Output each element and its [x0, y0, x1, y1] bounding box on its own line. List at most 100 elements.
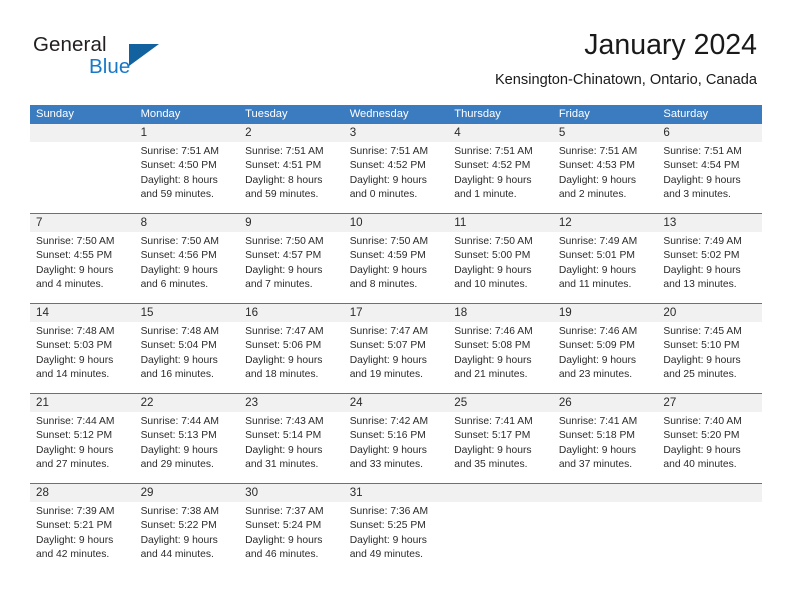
daylight-text-line2: and 11 minutes.: [558, 279, 632, 291]
day-number[interactable]: 3: [344, 124, 449, 142]
day-cell[interactable]: Sunrise: 7:51 AM Sunset: 4:54 PM Daylight:…: [657, 142, 762, 213]
page-title: January 2024: [584, 29, 757, 61]
sunset-text: Sunset: 5:25 PM: [349, 520, 426, 532]
day-cell[interactable]: Sunrise: 7:43 AM Sunset: 5:14 PM Daylight:…: [239, 412, 344, 483]
day-cell[interactable]: Sunrise: 7:37 AM Sunset: 5:24 PM Daylight:…: [239, 502, 344, 573]
day-cell[interactable]: Sunrise: 7:38 AM Sunset: 5:22 PM Daylight:…: [135, 502, 240, 573]
day-cell[interactable]: Sunrise: 7:47 AM Sunset: 5:06 PM Daylight:…: [239, 322, 344, 393]
day-cell-empty: [553, 502, 658, 573]
day-cell[interactable]: Sunrise: 7:51 AM Sunset: 4:50 PM Daylight:…: [135, 142, 240, 213]
daylight-text-line1: Daylight: 9 hours: [349, 444, 427, 456]
daylight-text-line2: and 33 minutes.: [349, 459, 423, 471]
day-cell[interactable]: Sunrise: 7:42 AM Sunset: 5:16 PM Daylight:…: [344, 412, 449, 483]
day-cell[interactable]: Sunrise: 7:48 AM Sunset: 5:03 PM Daylight:…: [30, 322, 135, 393]
day-cell[interactable]: Sunrise: 7:51 AM Sunset: 4:52 PM Daylight:…: [448, 142, 553, 213]
day-number[interactable]: 10: [344, 214, 449, 232]
daylight-text-line1: Daylight: 9 hours: [663, 174, 741, 186]
day-number[interactable]: 24: [344, 394, 449, 412]
day-number[interactable]: 20: [657, 304, 762, 322]
day-cell[interactable]: Sunrise: 7:47 AM Sunset: 5:07 PM Daylight:…: [344, 322, 449, 393]
sunrise-text: Sunrise: 7:51 AM: [663, 146, 742, 157]
day-number[interactable]: 11: [448, 214, 553, 232]
day-info-row: Sunrise: 7:44 AM Sunset: 5:12 PM Daylight:…: [30, 412, 762, 483]
day-number[interactable]: 12: [553, 214, 658, 232]
day-number[interactable]: 9: [239, 214, 344, 232]
day-number[interactable]: 29: [135, 484, 240, 502]
day-number[interactable]: 4: [448, 124, 553, 142]
day-number-row: 28 29 30 31: [30, 484, 762, 502]
daylight-text-line1: Daylight: 9 hours: [558, 444, 637, 456]
day-number[interactable]: 18: [448, 304, 553, 322]
day-number[interactable]: 31: [344, 484, 449, 502]
day-number[interactable]: 13: [657, 214, 762, 232]
day-number[interactable]: 1: [135, 124, 240, 142]
day-cell[interactable]: Sunrise: 7:50 AM Sunset: 4:56 PM Daylight:…: [135, 232, 240, 303]
day-cell[interactable]: Sunrise: 7:50 AM Sunset: 4:57 PM Daylight:…: [239, 232, 344, 303]
day-cell[interactable]: Sunrise: 7:51 AM Sunset: 4:51 PM Daylight:…: [239, 142, 344, 213]
daylight-text-line2: and 19 minutes.: [349, 369, 423, 381]
day-number[interactable]: 14: [30, 304, 135, 322]
sunrise-text: Sunrise: 7:46 AM: [558, 326, 638, 337]
weekday-header-monday: Monday: [140, 108, 181, 120]
day-number[interactable]: 21: [30, 394, 135, 412]
day-number[interactable]: 7: [30, 214, 135, 232]
calendar-grid: Sunday Monday Tuesday Wednesday Thursday Frid…: [30, 105, 762, 573]
day-cell[interactable]: Sunrise: 7:48 AM Sunset: 5:04 PM Daylight:…: [135, 322, 240, 393]
day-cell[interactable]: Sunrise: 7:36 AM Sunset: 5:25 PM Daylight:…: [344, 502, 449, 573]
sunrise-text: Sunrise: 7:44 AM: [36, 416, 115, 427]
sunset-text: Sunset: 5:04 PM: [140, 340, 217, 352]
day-number[interactable]: 22: [135, 394, 240, 412]
day-cell[interactable]: Sunrise: 7:46 AM Sunset: 5:09 PM Daylight:…: [553, 322, 658, 393]
day-cell[interactable]: Sunrise: 7:50 AM Sunset: 5:00 PM Daylight:…: [448, 232, 553, 303]
day-number[interactable]: 6: [657, 124, 762, 142]
day-number[interactable]: 5: [553, 124, 658, 142]
daylight-text-line1: Daylight: 9 hours: [454, 174, 532, 186]
day-number[interactable]: 15: [135, 304, 240, 322]
day-cell[interactable]: Sunrise: 7:50 AM Sunset: 4:55 PM Daylight:…: [30, 232, 135, 303]
day-number[interactable]: 17: [344, 304, 449, 322]
sunset-text: Sunset: 5:01 PM: [558, 250, 635, 262]
day-cell[interactable]: Sunrise: 7:45 AM Sunset: 5:10 PM Daylight:…: [657, 322, 762, 393]
weekday-header-wednesday: Wednesday: [349, 108, 409, 120]
day-number[interactable]: 26: [553, 394, 658, 412]
day-number[interactable]: 2: [239, 124, 344, 142]
daylight-text-line2: and 16 minutes.: [140, 369, 214, 381]
daylight-text-line2: and 0 minutes.: [349, 189, 418, 201]
day-number-row: 123456: [30, 124, 762, 142]
sunrise-text: Sunrise: 7:41 AM: [558, 416, 638, 427]
day-cell[interactable]: Sunrise: 7:44 AM Sunset: 5:13 PM Daylight:…: [135, 412, 240, 483]
day-cell[interactable]: Sunrise: 7:46 AM Sunset: 5:08 PM Daylight:…: [448, 322, 553, 393]
day-number[interactable]: 25: [448, 394, 553, 412]
day-cell[interactable]: Sunrise: 7:44 AM Sunset: 5:12 PM Daylight:…: [30, 412, 135, 483]
day-cell[interactable]: Sunrise: 7:41 AM Sunset: 5:18 PM Daylight:…: [553, 412, 658, 483]
daylight-text-line2: and 3 minutes.: [663, 189, 731, 201]
day-cell[interactable]: Sunrise: 7:40 AM Sunset: 5:20 PM Daylight:…: [657, 412, 762, 483]
day-number[interactable]: 27: [657, 394, 762, 412]
daylight-text-line1: Daylight: 9 hours: [663, 354, 741, 366]
sunset-text: Sunset: 5:02 PM: [663, 250, 740, 262]
day-cell[interactable]: Sunrise: 7:51 AM Sunset: 4:52 PM Daylight:…: [344, 142, 449, 213]
day-cell[interactable]: Sunrise: 7:51 AM Sunset: 4:53 PM Daylight:…: [553, 142, 658, 213]
day-number[interactable]: 8: [135, 214, 240, 232]
general-blue-logo[interactable]: General Blue: [33, 33, 213, 83]
sunrise-text: Sunrise: 7:50 AM: [36, 236, 115, 247]
day-cell[interactable]: Sunrise: 7:49 AM Sunset: 5:01 PM Daylight:…: [553, 232, 658, 303]
day-cell[interactable]: Sunrise: 7:39 AM Sunset: 5:21 PM Daylight:…: [30, 502, 135, 573]
sunset-text: Sunset: 5:03 PM: [36, 340, 113, 352]
day-number[interactable]: 16: [239, 304, 344, 322]
daylight-text-line1: Daylight: 9 hours: [558, 174, 637, 186]
day-number[interactable]: 30: [239, 484, 344, 502]
sunset-text: Sunset: 5:24 PM: [245, 520, 322, 532]
day-number[interactable]: 23: [239, 394, 344, 412]
day-cell[interactable]: Sunrise: 7:50 AM Sunset: 4:59 PM Daylight:…: [344, 232, 449, 303]
day-number[interactable]: 28: [30, 484, 135, 502]
daylight-text-line1: Daylight: 9 hours: [454, 444, 532, 456]
daylight-text-line1: Daylight: 9 hours: [558, 354, 637, 366]
day-number[interactable]: 19: [553, 304, 658, 322]
calendar-week-row: 28 29 30 31 Sunrise: 7:39 AM Sunset: 5:21 PM D…: [30, 483, 762, 573]
day-cell[interactable]: Sunrise: 7:41 AM Sunset: 5:17 PM Daylight:…: [448, 412, 553, 483]
daylight-text-line1: Daylight: 9 hours: [349, 354, 427, 366]
day-cell[interactable]: Sunrise: 7:49 AM Sunset: 5:02 PM Daylight:…: [657, 232, 762, 303]
daylight-text-line2: and 37 minutes.: [558, 459, 633, 471]
sunrise-text: Sunrise: 7:37 AM: [245, 506, 324, 517]
